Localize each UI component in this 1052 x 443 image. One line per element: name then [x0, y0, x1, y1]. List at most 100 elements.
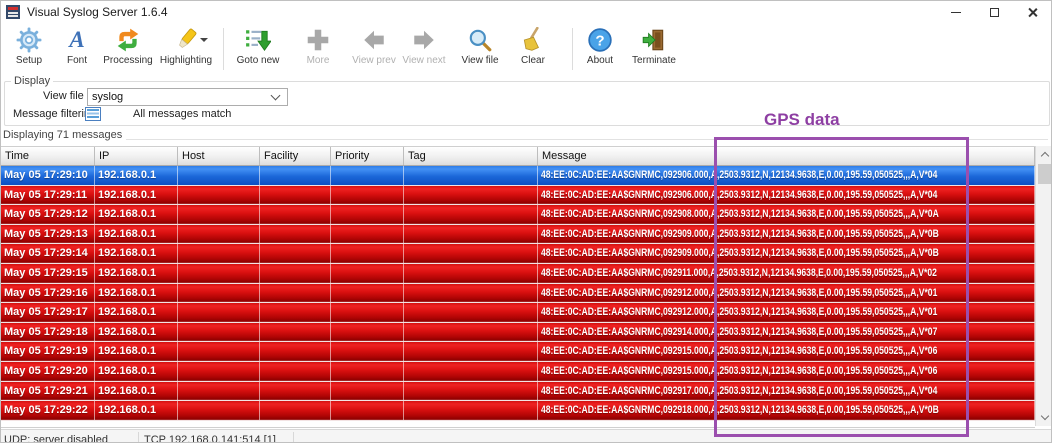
clear-label: Clear	[521, 55, 545, 66]
font-button[interactable]: A Font	[53, 26, 101, 72]
cell-facility	[260, 401, 331, 420]
table-row[interactable]: May 05 17:29:11192.168.0.148:EE:0C:AD:EE…	[1, 186, 1035, 206]
close-button[interactable]	[1013, 1, 1051, 23]
syslog-table: TimeIPHostFacilityPriorityTagMessage May…	[1, 146, 1035, 428]
column-header-message[interactable]: Message	[538, 147, 1035, 165]
display-group: Display View file syslog Message filteri…	[4, 81, 1050, 126]
more-button[interactable]: More	[294, 26, 342, 72]
table-row[interactable]: May 05 17:29:19192.168.0.148:EE:0C:AD:EE…	[1, 342, 1035, 362]
close-icon	[1027, 7, 1038, 18]
column-header-host[interactable]: Host	[178, 147, 260, 165]
column-header-facility[interactable]: Facility	[260, 147, 331, 165]
cell-host	[178, 166, 260, 185]
minimize-icon	[951, 12, 961, 13]
scroll-down-button[interactable]	[1036, 409, 1052, 426]
cell-ip: 192.168.0.1	[95, 225, 178, 244]
cell-priority	[331, 401, 404, 420]
highlighting-dropdown-icon[interactable]	[200, 38, 208, 42]
cell-host	[178, 362, 260, 381]
cell-message: 48:EE:0C:AD:EE:AA$GNRMC,092917.000,A,250…	[538, 382, 1035, 401]
table-row[interactable]: May 05 17:29:14192.168.0.148:EE:0C:AD:EE…	[1, 244, 1035, 264]
cell-facility	[260, 382, 331, 401]
cell-tag	[404, 342, 538, 361]
cell-host	[178, 225, 260, 244]
table-row[interactable]: May 05 17:29:13192.168.0.148:EE:0C:AD:EE…	[1, 225, 1035, 245]
cell-tag	[404, 323, 538, 342]
table-row[interactable]: May 05 17:29:17192.168.0.148:EE:0C:AD:EE…	[1, 303, 1035, 323]
display-group-label: Display	[11, 75, 53, 87]
table-row[interactable]: May 05 17:29:15192.168.0.148:EE:0C:AD:EE…	[1, 264, 1035, 284]
cell-facility	[260, 303, 331, 322]
clear-button[interactable]: Clear	[512, 26, 554, 72]
cell-facility	[260, 244, 331, 263]
cell-priority	[331, 284, 404, 303]
arrow-right-icon	[411, 26, 437, 54]
toolbar-separator	[223, 28, 224, 70]
setup-button[interactable]: Setup	[5, 26, 53, 72]
cell-priority	[331, 205, 404, 224]
cell-host	[178, 382, 260, 401]
cell-facility	[260, 225, 331, 244]
cell-ip: 192.168.0.1	[95, 362, 178, 381]
cell-time: May 05 17:29:16	[1, 284, 95, 303]
terminate-button[interactable]: Terminate	[627, 26, 681, 72]
cell-ip: 192.168.0.1	[95, 244, 178, 263]
goto-new-icon	[245, 26, 271, 54]
maximize-button[interactable]	[975, 1, 1013, 23]
cell-priority	[331, 342, 404, 361]
cell-tag	[404, 244, 538, 263]
cell-priority	[331, 303, 404, 322]
column-header-tag[interactable]: Tag	[404, 147, 538, 165]
table-row[interactable]: May 05 17:29:18192.168.0.148:EE:0C:AD:EE…	[1, 323, 1035, 343]
view-file-combobox[interactable]: syslog	[87, 88, 288, 106]
cell-host	[178, 323, 260, 342]
exit-door-icon	[641, 26, 667, 54]
cell-tag	[404, 401, 538, 420]
cell-priority	[331, 323, 404, 342]
chevron-down-icon	[1041, 412, 1049, 420]
window-title: Visual Syslog Server 1.6.4	[27, 5, 168, 19]
table-row[interactable]: May 05 17:29:21192.168.0.148:EE:0C:AD:EE…	[1, 382, 1035, 402]
cell-ip: 192.168.0.1	[95, 186, 178, 205]
cell-ip: 192.168.0.1	[95, 323, 178, 342]
table-row[interactable]: May 05 17:29:16192.168.0.148:EE:0C:AD:EE…	[1, 284, 1035, 304]
highlighting-button[interactable]: Highlighting	[155, 26, 217, 72]
column-header-priority[interactable]: Priority	[331, 147, 404, 165]
cell-message: 48:EE:0C:AD:EE:AA$GNRMC,092908.000,A,250…	[538, 205, 1035, 224]
minimize-button[interactable]	[937, 1, 975, 23]
group-line	[111, 139, 1048, 140]
table-row[interactable]: May 05 17:29:10192.168.0.148:EE:0C:AD:EE…	[1, 166, 1035, 186]
cell-host	[178, 284, 260, 303]
scrollbar-thumb[interactable]	[1038, 164, 1052, 184]
processing-button[interactable]: Processing	[101, 26, 155, 72]
table-row[interactable]: May 05 17:29:12192.168.0.148:EE:0C:AD:EE…	[1, 205, 1035, 225]
column-header-ip[interactable]: IP	[95, 147, 178, 165]
table-row[interactable]: May 05 17:29:20192.168.0.148:EE:0C:AD:EE…	[1, 362, 1035, 382]
statusbar-separator	[293, 432, 294, 443]
view-prev-button[interactable]: View prev	[350, 26, 398, 72]
table-body: May 05 17:29:10192.168.0.148:EE:0C:AD:EE…	[1, 166, 1035, 421]
goto-new-button[interactable]: Goto new	[230, 26, 286, 72]
table-row[interactable]: May 05 17:29:22192.168.0.148:EE:0C:AD:EE…	[1, 401, 1035, 421]
gear-icon	[16, 26, 42, 54]
filter-settings-button[interactable]	[85, 106, 103, 121]
cell-priority	[331, 382, 404, 401]
about-button[interactable]: ? About	[579, 26, 621, 72]
cell-host	[178, 401, 260, 420]
vertical-scrollbar[interactable]	[1035, 146, 1052, 426]
cell-priority	[331, 362, 404, 381]
maximize-icon	[990, 8, 999, 17]
column-header-time[interactable]: Time	[1, 147, 95, 165]
cell-tag	[404, 264, 538, 283]
chevron-up-icon	[1041, 152, 1049, 160]
cell-message: 48:EE:0C:AD:EE:AA$GNRMC,092918.000,A,250…	[538, 401, 1035, 420]
plus-icon	[305, 26, 331, 54]
scroll-up-button[interactable]	[1036, 146, 1052, 163]
magnifier-icon	[467, 26, 493, 54]
view-next-button[interactable]: View next	[400, 26, 448, 72]
cell-message: 48:EE:0C:AD:EE:AA$GNRMC,092912.000,A,250…	[538, 303, 1035, 322]
cell-time: May 05 17:29:14	[1, 244, 95, 263]
cell-facility	[260, 323, 331, 342]
about-label: About	[587, 55, 613, 66]
view-file-button[interactable]: View file	[456, 26, 504, 72]
